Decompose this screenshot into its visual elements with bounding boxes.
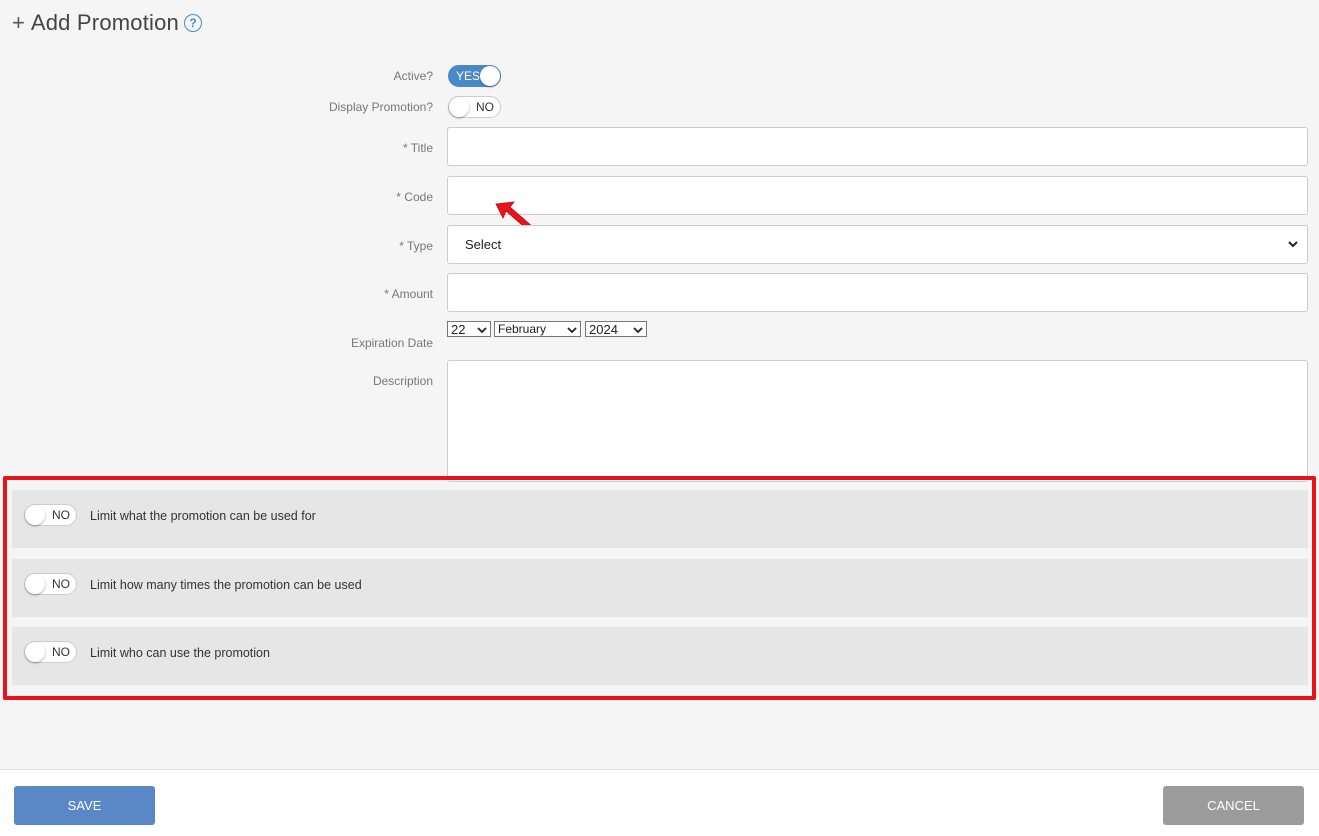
active-label: Active?	[393, 69, 433, 83]
display-promotion-label: Display Promotion?	[328, 100, 433, 114]
code-input[interactable]	[447, 176, 1308, 215]
toggle-knob	[449, 97, 469, 117]
cancel-button[interactable]: CANCEL	[1163, 786, 1304, 825]
footer-bar: SAVE CANCEL	[0, 769, 1319, 836]
type-select-value: Select	[465, 237, 502, 252]
chevron-down-icon	[567, 327, 577, 334]
save-button[interactable]: SAVE	[14, 786, 155, 825]
description-label: Description	[372, 374, 433, 388]
active-toggle[interactable]: YES	[448, 65, 501, 87]
description-textarea[interactable]	[447, 360, 1308, 482]
chevron-down-icon	[1288, 241, 1298, 248]
page-title: Add Promotion	[30, 10, 179, 35]
amount-label: * Amount	[384, 287, 433, 301]
title-label: * Title	[402, 141, 433, 155]
code-label: * Code	[396, 190, 433, 204]
expiration-day-value: 22	[451, 321, 466, 337]
plus-icon: +	[12, 10, 25, 35]
expiration-date-label: Expiration Date	[350, 336, 433, 350]
display-promotion-toggle[interactable]: NO	[448, 96, 501, 118]
highlight-box-annotation	[3, 476, 1316, 700]
type-label: * Type	[399, 239, 433, 253]
expiration-year-select[interactable]: 2024	[585, 321, 647, 337]
title-input[interactable]	[447, 127, 1308, 166]
chevron-down-icon	[633, 327, 643, 334]
toggle-knob	[480, 66, 500, 86]
amount-input[interactable]	[447, 273, 1308, 312]
chevron-down-icon	[477, 327, 487, 334]
expiration-day-select[interactable]: 22	[447, 321, 491, 337]
active-toggle-text: YES	[456, 69, 481, 83]
expiration-year-value: 2024	[589, 321, 618, 337]
display-toggle-text: NO	[476, 100, 494, 114]
expiration-month-value: February	[498, 322, 547, 336]
page-header: + Add Promotion ?	[12, 9, 202, 37]
help-icon[interactable]: ?	[183, 14, 202, 32]
type-select[interactable]: Select	[447, 225, 1308, 264]
expiration-month-select[interactable]: February	[494, 321, 581, 337]
